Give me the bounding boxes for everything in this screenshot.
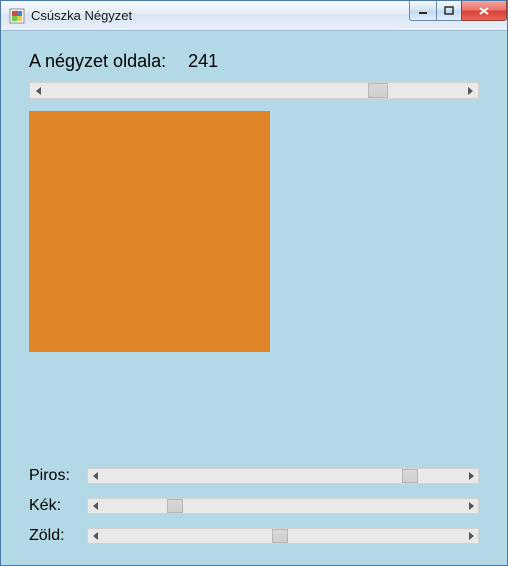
slider-track[interactable] [46,83,462,98]
color-sliders-group: Piros: Kék: [29,455,479,545]
titlebar: Csúszka Négyzet [1,1,507,31]
red-row: Piros: [29,467,479,485]
slider-thumb[interactable] [167,499,183,513]
slider-track[interactable] [102,529,464,543]
slider-thumb[interactable] [402,469,418,483]
close-button[interactable] [461,1,507,21]
green-label: Zöld: [29,527,87,545]
color-square [29,111,270,352]
slider-arrow-left-icon[interactable] [88,529,102,543]
blue-slider[interactable] [87,498,479,514]
side-length-row: A négyzet oldala: 241 [29,51,479,72]
slider-arrow-right-icon[interactable] [464,529,478,543]
slider-arrow-right-icon[interactable] [464,499,478,513]
side-length-label: A négyzet oldala: [29,51,166,72]
window-title: Csúszka Négyzet [31,8,410,23]
green-row: Zöld: [29,527,479,545]
slider-arrow-left-icon[interactable] [88,469,102,483]
window-buttons [410,1,507,30]
slider-thumb[interactable] [368,83,388,98]
blue-label: Kék: [29,497,87,515]
slider-track[interactable] [102,469,464,483]
slider-track[interactable] [102,499,464,513]
slider-arrow-left-icon[interactable] [30,83,46,98]
slider-arrow-right-icon[interactable] [464,469,478,483]
side-length-slider[interactable] [29,82,479,99]
client-area: A négyzet oldala: 241 Piros: [1,31,507,565]
green-slider[interactable] [87,528,479,544]
red-slider[interactable] [87,468,479,484]
slider-thumb[interactable] [272,529,288,543]
side-length-value: 241 [188,51,218,72]
slider-arrow-left-icon[interactable] [88,499,102,513]
slider-arrow-right-icon[interactable] [462,83,478,98]
blue-row: Kék: [29,497,479,515]
minimize-button[interactable] [409,1,437,21]
square-container [29,111,479,352]
red-label: Piros: [29,467,87,485]
app-icon [9,8,25,24]
app-window: Csúszka Négyzet A négyzet oldala: 241 [0,0,508,566]
maximize-button[interactable] [436,1,462,21]
